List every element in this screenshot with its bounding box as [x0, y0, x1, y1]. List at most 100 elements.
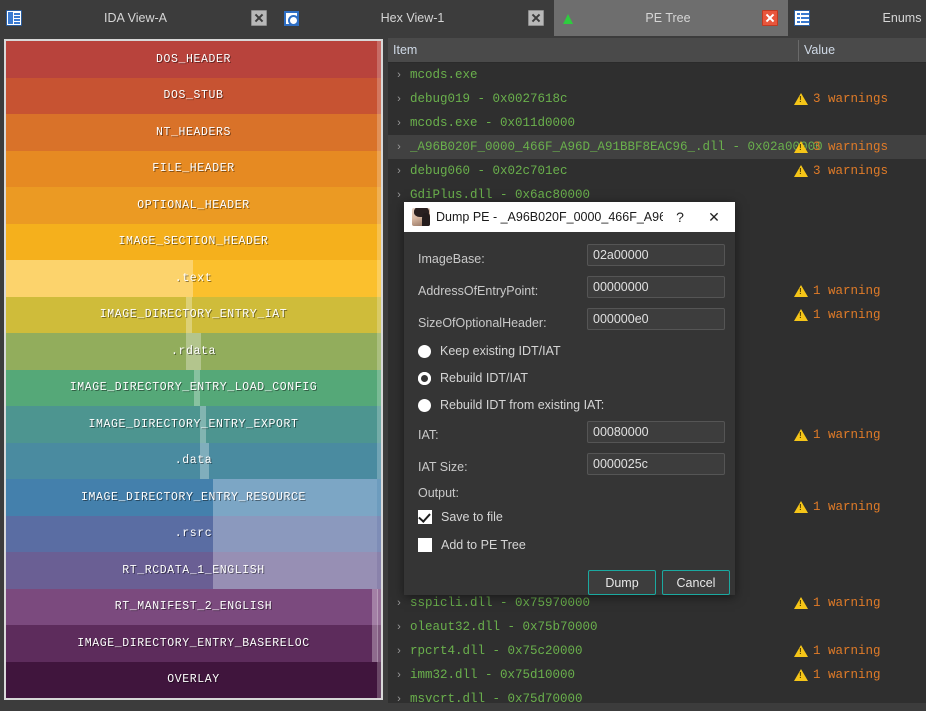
- map-row-label: .data: [174, 454, 213, 468]
- tree-value-cell: 3 warnings: [794, 164, 888, 178]
- radio-indicator-selected: [418, 371, 431, 385]
- tree-value-cell: 1 warning: [794, 284, 881, 298]
- chevron-right-icon[interactable]: ›: [388, 189, 410, 201]
- imagebase-field[interactable]: 02a00000: [587, 244, 725, 266]
- iat-size-field[interactable]: 0000025c: [587, 453, 725, 475]
- tree-value-cell: 3 warnings: [794, 92, 888, 106]
- tab-label: PE Tree: [645, 11, 691, 25]
- address-of-entry-point-label: AddressOfEntryPoint:: [418, 284, 539, 298]
- warning-triangle-icon: [794, 429, 808, 441]
- chevron-right-icon[interactable]: ›: [388, 597, 410, 609]
- checkbox-save-to-file[interactable]: Save to file: [418, 510, 503, 524]
- chevron-right-icon[interactable]: ›: [388, 93, 410, 105]
- chevron-right-icon[interactable]: ›: [388, 117, 410, 129]
- tab-close-icon[interactable]: [762, 10, 778, 26]
- tab-close-icon[interactable]: [251, 10, 267, 26]
- map-row[interactable]: IMAGE_DIRECTORY_ENTRY_BASERELOC: [6, 625, 381, 662]
- chevron-right-icon[interactable]: ›: [388, 621, 410, 633]
- map-row[interactable]: IMAGE_DIRECTORY_ENTRY_RESOURCE: [6, 479, 381, 516]
- map-row[interactable]: FILE_HEADER: [6, 150, 381, 187]
- close-icon[interactable]: ✕: [697, 203, 731, 231]
- checkbox-indicator-checked: [418, 510, 432, 524]
- radio-rebuild-idt-iat[interactable]: Rebuild IDT/IAT: [418, 371, 528, 385]
- map-row[interactable]: NT_HEADERS: [6, 114, 381, 151]
- map-row[interactable]: IMAGE_DIRECTORY_ENTRY_IAT: [6, 296, 381, 333]
- tab-pe-tree[interactable]: ▲ PE Tree: [554, 0, 788, 36]
- map-row[interactable]: DOS_HEADER: [6, 41, 381, 78]
- tree-value-cell: 3 warnings: [794, 140, 888, 154]
- pe-tree-icon: ▲: [559, 8, 577, 28]
- tab-close-icon[interactable]: [528, 10, 544, 26]
- map-row[interactable]: IMAGE_DIRECTORY_ENTRY_LOAD_CONFIG: [6, 369, 381, 406]
- iat-size-label: IAT Size:: [418, 460, 468, 474]
- radio-indicator: [418, 344, 431, 358]
- pe-map-rows[interactable]: DOS_HEADER DOS_STUB NT_HEADERS FILE_HEADER O…: [6, 41, 381, 698]
- warning-triangle-icon: [794, 597, 808, 609]
- map-row[interactable]: IMAGE_SECTION_HEADER: [6, 223, 381, 260]
- warning-count-label: 3 warnings: [813, 92, 889, 106]
- map-row-label: NT_HEADERS: [155, 125, 231, 139]
- column-header-value[interactable]: Value: [799, 38, 926, 62]
- tab-hex-view-1[interactable]: Hex View-1: [277, 0, 554, 36]
- tree-row[interactable]: › msvcrt.dll - 0x75d70000: [388, 687, 926, 711]
- map-row[interactable]: IMAGE_DIRECTORY_ENTRY_EXPORT: [6, 406, 381, 443]
- size-of-optional-header-field[interactable]: 000000e0: [587, 308, 725, 330]
- warning-count-label: 1 warning: [813, 500, 881, 514]
- map-row[interactable]: RT_RCDATA_1_ENGLISH: [6, 552, 381, 589]
- map-row-label: .rsrc: [174, 527, 213, 541]
- tree-value-cell: 1 warning: [794, 428, 881, 442]
- help-button[interactable]: ?: [663, 203, 697, 231]
- tree-row[interactable]: ›debug019 - 0x0027618c 3 warnings: [388, 87, 926, 111]
- tree-item-label: GdiPlus.dll - 0x6ac80000: [410, 188, 591, 202]
- map-row[interactable]: .text: [6, 260, 381, 297]
- dump-pe-dialog: Dump PE - _A96B020F_0000_466F_A96... ? ✕…: [404, 202, 735, 595]
- tree-row[interactable]: › oleaut32.dll - 0x75b70000: [388, 615, 926, 639]
- map-row-label: IMAGE_DIRECTORY_ENTRY_LOAD_CONFIG: [69, 381, 318, 395]
- chevron-right-icon[interactable]: ›: [388, 693, 410, 705]
- iat-label: IAT:: [418, 428, 439, 442]
- radio-rebuild-idt-from-existing-iat[interactable]: Rebuild IDT from existing IAT:: [418, 398, 604, 412]
- chevron-right-icon[interactable]: ›: [388, 669, 410, 681]
- tree-item-label: msvcrt.dll - 0x75d70000: [410, 692, 583, 706]
- cancel-button[interactable]: Cancel: [662, 570, 730, 595]
- chevron-right-icon[interactable]: ›: [388, 645, 410, 657]
- map-row[interactable]: .data: [6, 442, 381, 479]
- tree-row[interactable]: › mcods.exe: [388, 63, 926, 87]
- map-row[interactable]: OPTIONAL_HEADER: [6, 187, 381, 224]
- map-row[interactable]: .rdata: [6, 333, 381, 370]
- map-scrollbar[interactable]: [377, 41, 381, 698]
- tree-row[interactable]: › mcods.exe - 0x011d0000: [388, 111, 926, 135]
- tree-row[interactable]: ›imm32.dll - 0x75d10000 1 warning: [388, 663, 926, 687]
- warning-triangle-icon: [794, 309, 808, 321]
- chevron-right-icon[interactable]: ›: [388, 165, 410, 177]
- document-icon: [0, 0, 28, 36]
- radio-keep-existing-idt-iat[interactable]: Keep existing IDT/IAT: [418, 344, 561, 358]
- map-row[interactable]: OVERLAY: [6, 661, 381, 698]
- address-of-entry-point-field[interactable]: 00000000: [587, 276, 725, 298]
- pe-map-panel[interactable]: DOS_HEADER DOS_STUB NT_HEADERS FILE_HEADER O…: [4, 39, 383, 700]
- map-row[interactable]: RT_MANIFEST_2_ENGLISH: [6, 588, 381, 625]
- tab-enums[interactable]: Enums: [788, 0, 926, 36]
- radio-label: Rebuild IDT/IAT: [440, 371, 528, 385]
- tree-item-label: debug019 - 0x0027618c: [410, 92, 568, 106]
- map-row[interactable]: .rsrc: [6, 515, 381, 552]
- checkbox-add-to-pe-tree[interactable]: Add to PE Tree: [418, 538, 526, 552]
- iat-field[interactable]: 00080000: [587, 421, 725, 443]
- tree-row[interactable]: ›rpcrt4.dll - 0x75c20000 1 warning: [388, 639, 926, 663]
- tree-item-label: rpcrt4.dll - 0x75c20000: [410, 644, 583, 658]
- checkbox-label: Add to PE Tree: [441, 538, 526, 552]
- tree-row[interactable]: › _A96B020F_0000_466F_A96D_A91BBF8EAC96_.…: [388, 135, 926, 159]
- dump-button[interactable]: Dump: [588, 570, 656, 595]
- tab-label: Enums: [882, 11, 922, 25]
- column-header-item[interactable]: Item: [388, 38, 798, 62]
- tab-label: IDA View-A: [104, 11, 167, 25]
- map-row[interactable]: DOS_STUB: [6, 77, 381, 114]
- map-row-label: OPTIONAL_HEADER: [137, 198, 250, 212]
- output-label: Output:: [418, 486, 459, 500]
- tree-row[interactable]: ›debug060 - 0x02c701ec 3 warnings: [388, 159, 926, 183]
- chevron-right-icon[interactable]: ›: [388, 141, 410, 153]
- chevron-right-icon[interactable]: ›: [388, 69, 410, 81]
- tree-value-cell: 1 warning: [794, 500, 881, 514]
- dialog-title-bar[interactable]: Dump PE - _A96B020F_0000_466F_A96... ? ✕: [404, 202, 735, 232]
- tab-ida-view-a[interactable]: IDA View-A: [0, 0, 277, 36]
